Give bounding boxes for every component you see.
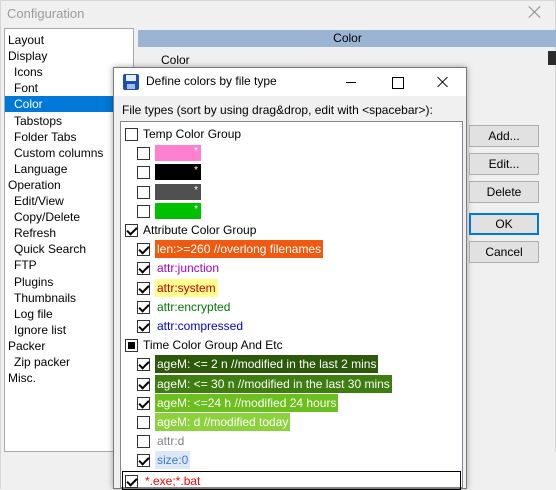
group-label: Attribute Color Group	[143, 223, 257, 237]
floppy-disk-icon	[123, 74, 139, 90]
file-type-row[interactable]: *	[137, 163, 461, 182]
checkbox[interactable]	[137, 262, 150, 276]
checkbox[interactable]	[137, 147, 150, 161]
file-type-label: ageM: d //modified today	[155, 413, 291, 431]
file-type-row[interactable]: *	[137, 202, 461, 221]
dialog-titlebar: Define colors by file type	[114, 68, 466, 96]
file-type-row[interactable]: *	[137, 183, 461, 202]
checkbox[interactable]	[125, 224, 138, 237]
checkbox[interactable]	[137, 377, 150, 391]
tree-item[interactable]: Misc.	[6, 370, 38, 386]
edit-button[interactable]: Edit...	[469, 153, 539, 175]
file-type-label: ageM: <=24 h //modified 24 hours	[155, 393, 339, 412]
file-type-label: attr:compressed	[157, 319, 244, 333]
file-type-label: attr:junction	[157, 261, 220, 276]
color-swatch: *	[155, 164, 201, 181]
tree-item[interactable]: Folder Tabs	[12, 129, 78, 145]
maximize-icon[interactable]	[374, 68, 420, 96]
file-type-label: ageM: <= 30 n //modified in the last 30 …	[155, 374, 392, 393]
section-subheader: Color	[161, 53, 190, 67]
tree-item[interactable]: Edit/View	[12, 193, 66, 209]
color-swatch: *	[155, 202, 201, 219]
file-type-row[interactable]: size:0	[137, 451, 461, 470]
checkbox[interactable]	[137, 396, 150, 410]
tree-item[interactable]: Layout	[6, 32, 46, 48]
tree-item[interactable]: Log file	[12, 306, 55, 322]
checkbox[interactable]	[125, 339, 138, 353]
checkbox[interactable]	[125, 128, 138, 141]
delete-button[interactable]: Delete	[469, 181, 539, 203]
checkbox[interactable]	[137, 435, 150, 449]
file-type-label: attr:encrypted	[157, 299, 231, 314]
group-row[interactable]: Attribute Color Group	[125, 221, 461, 240]
tree-item[interactable]: Language	[12, 161, 69, 177]
tree-item[interactable]: Icons	[12, 64, 45, 80]
tree-item[interactable]: Display	[6, 48, 49, 64]
color-swatch: *	[155, 145, 201, 162]
group-row[interactable]: Temp Color Group	[125, 125, 461, 144]
tree-item[interactable]: Refresh	[12, 225, 58, 241]
section-header: Color	[138, 30, 556, 47]
group-row[interactable]: Time Color Group And Etc	[125, 336, 461, 355]
group-label: Time Color Group And Etc	[143, 338, 283, 353]
ok-button[interactable]: OK	[469, 213, 539, 235]
file-type-row[interactable]: *	[137, 144, 461, 163]
tree-item[interactable]: Operation	[6, 177, 63, 193]
file-type-row[interactable]: ageM: <=24 h //modified 24 hours	[137, 393, 461, 413]
checkbox[interactable]	[137, 416, 150, 429]
window-title: Configuration	[7, 6, 85, 21]
checkbox[interactable]	[137, 204, 150, 218]
checkbox[interactable]	[137, 454, 150, 468]
file-type-row[interactable]: attr:d	[137, 432, 461, 451]
tree-item[interactable]: Thumbnails	[12, 290, 78, 306]
file-type-label: attr:system	[155, 278, 218, 297]
scrollbar[interactable]	[548, 51, 556, 65]
checkbox[interactable]	[137, 166, 150, 180]
file-types-list[interactable]: Temp Color Group * * * * Attribute Color Grou…	[120, 121, 463, 490]
checkbox[interactable]	[137, 300, 150, 314]
checkbox[interactable]	[137, 281, 150, 295]
checkbox[interactable]	[137, 185, 150, 199]
file-type-row[interactable]: ageM: <= 30 n //modified in the last 30 …	[137, 374, 461, 394]
tree-item[interactable]: Quick Search	[12, 241, 88, 257]
file-type-row[interactable]: len:>=260 //overlong filenames	[137, 240, 461, 259]
checkbox[interactable]	[137, 320, 150, 333]
file-type-row[interactable]: ageM: <= 2 n //modified in the last 2 mi…	[137, 355, 461, 374]
close-icon[interactable]	[420, 68, 466, 96]
file-type-row[interactable]: attr:system	[137, 278, 461, 298]
file-type-label: len:>=260 //overlong filenames	[155, 240, 324, 259]
tree-item[interactable]: Tabstops	[12, 113, 64, 129]
tree-item[interactable]: FTP	[12, 257, 39, 273]
file-type-row[interactable]: attr:encrypted	[137, 298, 461, 317]
tree-item[interactable]: Copy/Delete	[12, 209, 82, 225]
tree-item[interactable]: Custom columns	[12, 145, 105, 161]
checkbox[interactable]	[125, 474, 138, 488]
file-type-row[interactable]: attr:junction	[137, 259, 461, 278]
tree-item[interactable]: Font	[12, 80, 40, 96]
dialog-title: Define colors by file type	[146, 74, 277, 88]
file-type-label: attr:d	[157, 434, 185, 449]
file-type-label: *.exe;*.bat	[145, 473, 201, 488]
close-icon[interactable]	[527, 4, 543, 20]
color-swatch: *	[155, 183, 201, 200]
minimize-icon[interactable]	[328, 68, 374, 96]
tree-item[interactable]: Zip packer	[12, 354, 72, 370]
checkbox[interactable]	[137, 358, 150, 372]
file-type-row[interactable]: ageM: d //modified today	[137, 413, 461, 432]
tree-item[interactable]: Packer	[6, 338, 47, 354]
checkbox[interactable]	[137, 243, 150, 257]
file-type-label: ageM: <= 2 n //modified in the last 2 mi…	[155, 355, 379, 374]
tree-item[interactable]: Plugins	[12, 274, 55, 290]
file-types-label: File types (sort by using drag&drop, edi…	[122, 103, 433, 117]
file-type-label: size:0	[155, 451, 191, 470]
file-type-row[interactable]: *.exe;*.bat	[122, 470, 461, 490]
add-button[interactable]: Add...	[469, 125, 539, 147]
define-colors-dialog: Define colors by file type File types (s…	[113, 67, 539, 490]
cancel-button[interactable]: Cancel	[469, 241, 539, 263]
tree-item[interactable]: Ignore list	[12, 322, 68, 338]
group-label: Temp Color Group	[143, 127, 242, 141]
file-type-row[interactable]: attr:compressed	[137, 317, 461, 336]
